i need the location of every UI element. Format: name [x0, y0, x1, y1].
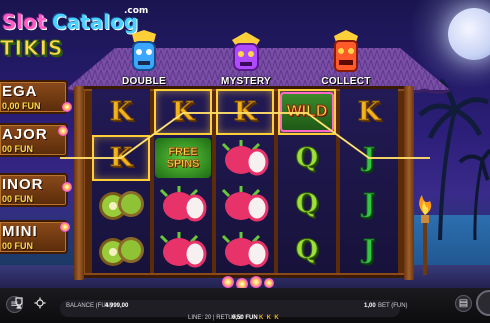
wild-symbol: WILD	[280, 92, 334, 132]
purple-tiki-mask-icon	[232, 32, 260, 71]
symbol-k: K	[171, 97, 195, 128]
jackpot-name: MINI	[2, 223, 38, 240]
symbol-j: J	[362, 189, 376, 220]
jackpot-name: INOR	[2, 176, 44, 193]
symbol-k: K	[109, 97, 133, 128]
reel-5: K J J J	[340, 89, 398, 273]
dragonfruit-icon	[221, 140, 269, 176]
jackpot-minor: INOR 00 FUN	[0, 173, 68, 207]
bet-value: 1,00	[364, 303, 376, 309]
trophy-icon[interactable]	[13, 297, 25, 309]
symbol-cell: K	[92, 89, 150, 135]
dragonfruit-icon	[221, 232, 269, 268]
flower-icon	[250, 276, 262, 288]
symbol-cell-winning: K	[154, 89, 212, 135]
symbol-cell	[216, 135, 274, 181]
jackpot-name: AJOR	[2, 126, 48, 143]
jackpot-mega: EGA 0,00 FUN	[0, 80, 68, 114]
symbol-cell	[154, 181, 212, 227]
torch-icon	[419, 195, 432, 275]
balance-value: 4 999,00	[105, 303, 129, 309]
reel-4: WILD Q Q Q	[278, 89, 336, 273]
dragonfruit-icon	[221, 186, 269, 222]
hut-post-left	[74, 86, 84, 280]
kiwi-icon	[99, 191, 144, 220]
bet-label: BET (FUN)	[378, 303, 408, 309]
game-title: TIKIS	[0, 36, 64, 61]
dragonfruit-icon	[159, 232, 207, 268]
symbol-k: K	[109, 143, 133, 174]
settings-icon[interactable]	[34, 297, 46, 309]
flower-icon	[58, 126, 68, 136]
hut-post-right	[404, 86, 414, 280]
dragonfruit-icon	[159, 186, 207, 222]
symbol-cell-winning: K	[92, 135, 150, 181]
symbol-q: Q	[295, 235, 319, 266]
kiwi-icon	[99, 237, 144, 266]
logo-slot-text: Slot	[2, 10, 47, 34]
game-scene: Slot Catalog .com TIKIS DOUBLE MYSTERY C…	[0, 0, 490, 323]
symbol-cell-winning: K	[216, 89, 274, 135]
symbol-cell: FREE SPINS	[154, 135, 212, 181]
symbol-cell-winning: WILD	[278, 89, 336, 135]
flower-icon	[60, 222, 70, 232]
symbol-cell	[92, 227, 150, 273]
flower-icon	[264, 278, 274, 288]
blue-tiki-mask-icon	[132, 30, 156, 71]
symbol-cell: J	[340, 135, 398, 181]
symbol-k: K	[357, 97, 381, 128]
line-symbols: K K K	[259, 315, 279, 321]
symbol-cell	[216, 181, 274, 227]
symbol-cell: Q	[278, 181, 336, 227]
jackpot-value: 00 FUN	[2, 194, 34, 204]
free-spins-line1: FREE	[168, 146, 198, 159]
jackpot-value: 00 FUN	[2, 241, 34, 251]
jackpot-value: 0,00 FUN	[2, 101, 41, 111]
line-return-value: 0,50 FUN	[232, 315, 258, 321]
flower-icon	[62, 182, 72, 192]
symbol-j: J	[362, 143, 376, 174]
symbol-cell: K	[340, 89, 398, 135]
autoplay-button[interactable]: ▤	[455, 295, 472, 312]
symbol-cell: Q	[278, 135, 336, 181]
reel-2: K FREE SPINS	[154, 89, 212, 273]
logo-com-text: .com	[124, 6, 149, 16]
symbol-cell	[154, 227, 212, 273]
symbol-cell	[216, 227, 274, 273]
red-tiki-mask-icon	[334, 30, 358, 72]
free-spins-symbol: FREE SPINS	[155, 138, 211, 178]
symbol-j: J	[362, 235, 376, 266]
symbol-cell: J	[340, 181, 398, 227]
jackpot-mini: MINI 00 FUN	[0, 220, 68, 254]
wild-text: WILD	[286, 103, 328, 121]
reel-3: K	[216, 89, 274, 273]
symbol-cell	[92, 181, 150, 227]
flower-icon	[222, 276, 234, 288]
free-spins-line2: SPINS	[166, 158, 200, 171]
symbol-k: K	[233, 97, 257, 128]
symbol-cell: J	[340, 227, 398, 273]
jackpot-name: EGA	[2, 83, 38, 100]
symbol-cell: Q	[278, 227, 336, 273]
symbol-q: Q	[295, 143, 319, 174]
jackpot-value: 00 FUN	[2, 144, 34, 154]
flower-icon	[62, 102, 72, 112]
reel-1: K K	[92, 89, 150, 273]
symbol-q: Q	[295, 189, 319, 220]
